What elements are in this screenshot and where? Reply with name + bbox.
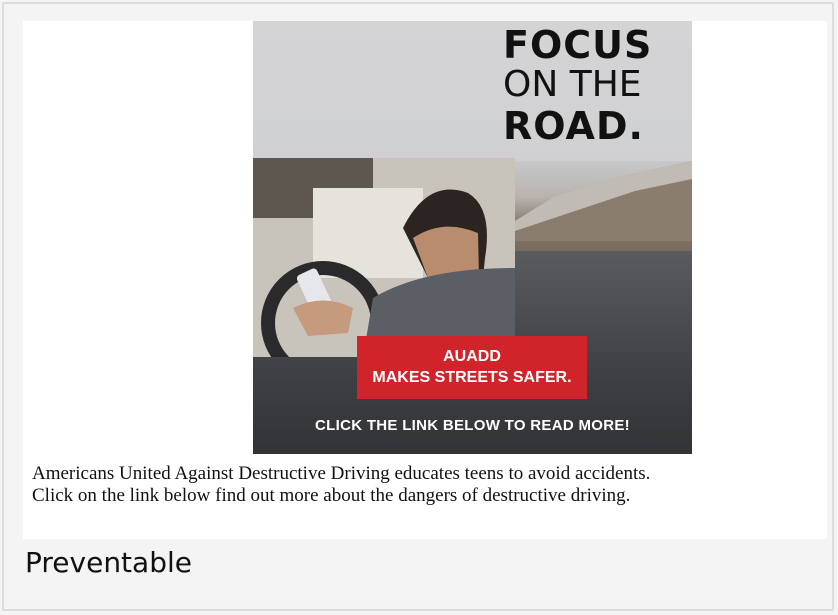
headline-line-1: FOCUS (503, 23, 653, 67)
ad-image[interactable]: FOCUS ON THE ROAD. AUADD MAKES STREETS S… (253, 21, 692, 454)
ad-caption: Americans United Against Destructive Dri… (32, 463, 651, 506)
widget-frame: FOCUS ON THE ROAD. AUADD MAKES STREETS S… (2, 2, 834, 611)
content-card: FOCUS ON THE ROAD. AUADD MAKES STREETS S… (23, 21, 827, 539)
section-title: Preventable (25, 546, 192, 579)
headline-line-3: ROAD. (503, 104, 644, 148)
driver-photo (253, 158, 515, 357)
badge-line-2: MAKES STREETS SAFER. (372, 369, 572, 386)
ad-headline: FOCUS ON THE ROAD. (503, 25, 673, 147)
cta-text: CLICK THE LINK BELOW TO READ MORE! (315, 417, 630, 434)
headline-line-2: ON THE (503, 64, 642, 105)
badge-line-1: AUADD (443, 348, 501, 365)
auadd-badge: AUADD MAKES STREETS SAFER. (357, 336, 587, 399)
mountain-graphic (515, 161, 692, 241)
